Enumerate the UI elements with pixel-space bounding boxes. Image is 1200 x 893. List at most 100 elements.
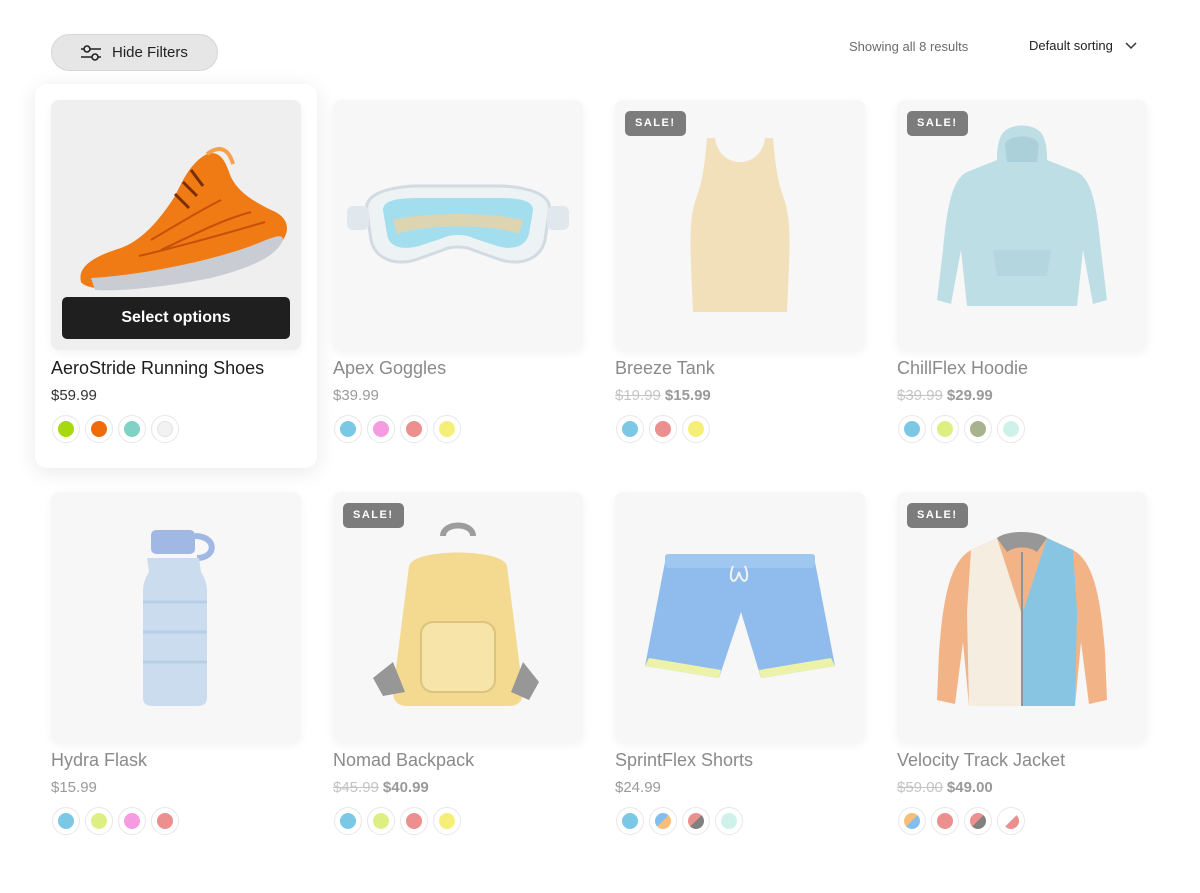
product-title[interactable]: ChillFlex Hoodie bbox=[897, 358, 1028, 379]
color-swatch[interactable] bbox=[52, 415, 80, 443]
color-swatch[interactable] bbox=[367, 415, 395, 443]
product-price: $39.99 $29.99 bbox=[897, 387, 993, 404]
color-swatches bbox=[334, 807, 461, 835]
color-swatch[interactable] bbox=[367, 807, 395, 835]
swatch-color-dot bbox=[124, 813, 140, 829]
product-card[interactable]: SALE! Nomad Backpack $45.99 $40.99 bbox=[317, 476, 599, 860]
goggles-image bbox=[347, 184, 569, 264]
product-image[interactable]: SALE! bbox=[333, 492, 583, 742]
product-title[interactable]: Nomad Backpack bbox=[333, 750, 474, 771]
swatch-color-dot bbox=[1003, 813, 1019, 829]
swatch-color-dot bbox=[688, 813, 704, 829]
swatch-color-dot bbox=[373, 421, 389, 437]
color-swatch[interactable] bbox=[400, 807, 428, 835]
product-card[interactable]: Apex Goggles $39.99 bbox=[317, 84, 599, 468]
tank-top-image bbox=[690, 138, 790, 312]
color-swatch[interactable] bbox=[715, 807, 743, 835]
swatch-color-dot bbox=[1003, 421, 1019, 437]
swatch-color-dot bbox=[937, 421, 953, 437]
swatch-color-dot bbox=[406, 421, 422, 437]
swatch-color-dot bbox=[904, 421, 920, 437]
swatch-color-dot bbox=[721, 813, 737, 829]
sale-price: $49.00 bbox=[946, 779, 993, 796]
swatch-color-dot bbox=[58, 421, 74, 437]
color-swatch[interactable] bbox=[649, 415, 677, 443]
sale-price: $40.99 bbox=[382, 779, 429, 796]
color-swatch[interactable] bbox=[931, 807, 959, 835]
color-swatch[interactable] bbox=[52, 807, 80, 835]
product-image[interactable]: Select options bbox=[51, 100, 301, 350]
swatch-color-dot bbox=[157, 421, 173, 437]
product-title[interactable]: Velocity Track Jacket bbox=[897, 750, 1065, 771]
swatch-color-dot bbox=[655, 421, 671, 437]
color-swatch[interactable] bbox=[433, 807, 461, 835]
regular-price: $39.99 bbox=[897, 387, 943, 404]
product-image[interactable]: SALE! bbox=[897, 100, 1147, 350]
sale-price: $15.99 bbox=[664, 387, 711, 404]
swatch-color-dot bbox=[655, 813, 671, 829]
product-image[interactable]: SALE! bbox=[615, 100, 865, 350]
product-card[interactable]: SALE! ChillFlex Hoodie $39.99 $29.99 bbox=[881, 84, 1163, 468]
product-image[interactable]: SALE! bbox=[897, 492, 1147, 742]
product-title[interactable]: AeroStride Running Shoes bbox=[51, 358, 264, 379]
select-options-button[interactable]: Select options bbox=[62, 297, 290, 339]
product-price: $45.99 $40.99 bbox=[333, 779, 429, 796]
product-card[interactable]: SprintFlex Shorts $24.99 bbox=[599, 476, 881, 860]
product-card[interactable]: SALE! Breeze Tank $19.99 $15.99 bbox=[599, 84, 881, 468]
color-swatch[interactable] bbox=[682, 415, 710, 443]
color-swatch[interactable] bbox=[433, 415, 461, 443]
color-swatch[interactable] bbox=[616, 807, 644, 835]
product-title[interactable]: Breeze Tank bbox=[615, 358, 715, 379]
product-card[interactable]: SALE! Velocity Track Jacket $59.00 $49.00 bbox=[881, 476, 1163, 860]
regular-price: $19.99 bbox=[615, 387, 661, 404]
product-price: $59.99 bbox=[51, 387, 97, 404]
color-swatch[interactable] bbox=[898, 807, 926, 835]
color-swatch[interactable] bbox=[85, 807, 113, 835]
product-image[interactable] bbox=[615, 492, 865, 742]
color-swatch[interactable] bbox=[151, 415, 179, 443]
product-image[interactable] bbox=[51, 492, 301, 742]
color-swatch[interactable] bbox=[931, 415, 959, 443]
color-swatch[interactable] bbox=[898, 415, 926, 443]
color-swatches bbox=[616, 807, 743, 835]
swatch-color-dot bbox=[157, 813, 173, 829]
swatch-color-dot bbox=[340, 813, 356, 829]
color-swatch[interactable] bbox=[682, 807, 710, 835]
swatch-color-dot bbox=[688, 421, 704, 437]
swatch-color-dot bbox=[622, 813, 638, 829]
shorts-image bbox=[645, 554, 835, 678]
color-swatch[interactable] bbox=[334, 807, 362, 835]
color-swatch[interactable] bbox=[118, 415, 146, 443]
product-price: $19.99 $15.99 bbox=[615, 387, 711, 404]
product-image[interactable] bbox=[333, 100, 583, 350]
color-swatch[interactable] bbox=[964, 415, 992, 443]
color-swatch[interactable] bbox=[151, 807, 179, 835]
product-card[interactable]: Select options AeroStride Running Shoes … bbox=[35, 84, 317, 468]
product-title[interactable]: SprintFlex Shorts bbox=[615, 750, 753, 771]
color-swatch[interactable] bbox=[649, 807, 677, 835]
color-swatch[interactable] bbox=[997, 415, 1025, 443]
color-swatch[interactable] bbox=[964, 807, 992, 835]
color-swatch[interactable] bbox=[334, 415, 362, 443]
swatch-color-dot bbox=[91, 813, 107, 829]
swatch-color-dot bbox=[340, 421, 356, 437]
water-bottle-image bbox=[143, 530, 215, 706]
swatch-color-dot bbox=[970, 421, 986, 437]
product-price: $59.00 $49.00 bbox=[897, 779, 993, 796]
color-swatch[interactable] bbox=[118, 807, 146, 835]
color-swatch[interactable] bbox=[997, 807, 1025, 835]
swatch-color-dot bbox=[373, 813, 389, 829]
color-swatches bbox=[898, 807, 1025, 835]
product-title[interactable]: Apex Goggles bbox=[333, 358, 446, 379]
product-card[interactable]: Hydra Flask $15.99 bbox=[35, 476, 317, 860]
product-title[interactable]: Hydra Flask bbox=[51, 750, 147, 771]
swatch-color-dot bbox=[406, 813, 422, 829]
color-swatches bbox=[334, 415, 461, 443]
color-swatch[interactable] bbox=[85, 415, 113, 443]
swatch-color-dot bbox=[91, 421, 107, 437]
color-swatch[interactable] bbox=[400, 415, 428, 443]
color-swatch[interactable] bbox=[616, 415, 644, 443]
color-swatches bbox=[616, 415, 710, 443]
swatch-color-dot bbox=[937, 813, 953, 829]
swatch-color-dot bbox=[904, 813, 920, 829]
